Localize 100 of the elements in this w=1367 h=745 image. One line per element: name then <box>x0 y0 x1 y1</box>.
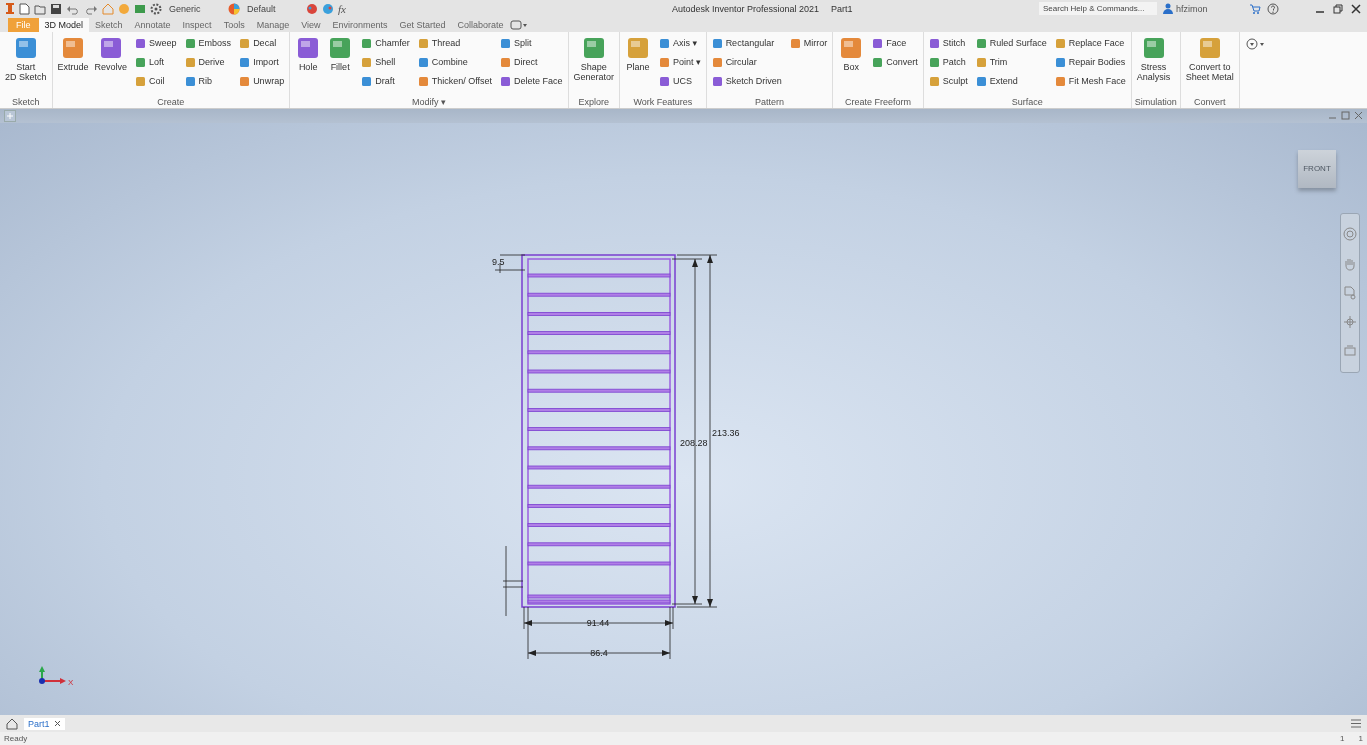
ribbon-button[interactable]: Extend <box>973 72 1049 90</box>
ribbon-button[interactable]: Hole <box>293 34 324 96</box>
ribbon-tab[interactable]: Manage <box>250 17 296 32</box>
axis-label: X <box>68 677 74 687</box>
formula-button[interactable]: fx <box>338 3 346 15</box>
ribbon-button[interactable]: Repair Bodies <box>1052 53 1128 71</box>
ribbon-button[interactable]: Thread <box>415 34 494 52</box>
tool-icon <box>239 37 251 49</box>
restore-icon[interactable] <box>1341 111 1350 121</box>
status-counter: 1 <box>1358 734 1363 743</box>
ribbon-button[interactable]: Coil <box>133 72 179 90</box>
ribbon-button[interactable]: Box <box>836 34 867 96</box>
ribbon-button[interactable]: Fit Mesh Face <box>1052 72 1128 90</box>
ribbon-tab[interactable]: Get Started <box>393 17 452 32</box>
ribbon-button[interactable]: Loft <box>133 53 179 71</box>
close-icon[interactable] <box>1351 4 1361 14</box>
ribbon-button[interactable]: Decal <box>237 34 287 52</box>
ribbon-button[interactable]: Rib <box>182 72 234 90</box>
ribbon-button[interactable]: Sketch Driven <box>709 72 784 90</box>
search-field[interactable]: Search Help & Commands... <box>1039 2 1157 16</box>
ribbon-button[interactable]: Extrude <box>55 34 91 96</box>
ribbon-button[interactable]: Plane <box>623 34 654 96</box>
ribbon-button[interactable]: Convert to Sheet Metal <box>1183 34 1236 96</box>
ribbon-button[interactable]: Split <box>498 34 565 52</box>
view-cube[interactable]: FRONT <box>1298 149 1336 188</box>
gear-icon[interactable] <box>150 3 162 15</box>
ribbon-button[interactable]: Emboss <box>182 34 234 52</box>
ribbon-button[interactable]: Fillet <box>325 34 356 96</box>
ribbon-tab[interactable]: Collaborate <box>451 17 510 32</box>
ribbon-button[interactable]: Ruled Surface <box>973 34 1049 52</box>
steering-wheel-icon[interactable] <box>1343 227 1357 242</box>
ribbon-button[interactable]: Replace Face <box>1052 34 1128 52</box>
orbit-icon[interactable] <box>1343 315 1357 329</box>
ribbon-button[interactable]: Mirror <box>787 34 830 52</box>
user-name[interactable]: hfzimon <box>1176 4 1208 14</box>
save-icon[interactable] <box>50 3 62 15</box>
ribbon-tab[interactable]: Tools <box>217 17 251 32</box>
tool-icon <box>659 75 671 87</box>
ribbon-button[interactable]: Draft <box>359 72 412 90</box>
ribbon-button[interactable]: Delete Face <box>498 72 565 90</box>
ribbon-button[interactable]: Sweep <box>133 34 179 52</box>
ribbon-button[interactable]: Point ▾ <box>657 53 703 71</box>
appearance-dropdown[interactable]: Default <box>244 3 302 15</box>
dropdown-icon[interactable] <box>1245 37 1266 50</box>
tool-icon <box>975 37 987 49</box>
ribbon-button[interactable]: Import <box>237 53 287 71</box>
ribbon-button[interactable]: Stress Analysis <box>1134 34 1173 96</box>
ribbon-tab[interactable]: Annotate <box>128 17 177 32</box>
ribbon-button[interactable]: Unwrap <box>237 72 287 90</box>
folder-icon[interactable] <box>34 3 46 15</box>
cart-icon[interactable] <box>1249 3 1261 15</box>
dimension-label: 9.5 <box>492 256 505 267</box>
new-file-icon[interactable] <box>18 3 30 15</box>
help-icon[interactable] <box>1267 3 1279 15</box>
ribbon-button[interactable]: Circular <box>709 53 784 71</box>
panel-toggle-icon[interactable] <box>509 19 528 30</box>
ribbon-tab[interactable]: View <box>295 17 327 32</box>
ribbon-button[interactable]: Sculpt <box>926 72 970 90</box>
ribbon-tab[interactable]: Sketch <box>89 17 129 32</box>
ribbon-button[interactable]: Chamfer <box>359 34 412 52</box>
ribbon-button[interactable]: UCS <box>657 72 703 90</box>
ribbon-button[interactable]: Shell <box>359 53 412 71</box>
ribbon-button[interactable]: Direct <box>498 53 565 71</box>
document-name: Part1 <box>831 4 854 14</box>
tool-icon <box>711 75 723 87</box>
ribbon-button[interactable]: Trim <box>973 53 1049 71</box>
tool-icon <box>500 75 511 87</box>
color-wheel-icon[interactable] <box>228 3 240 15</box>
ribbon-button[interactable]: Thicken/ Offset <box>415 72 494 90</box>
menu-icon[interactable] <box>1351 719 1361 728</box>
add-icon[interactable] <box>4 109 16 122</box>
home-icon[interactable] <box>6 717 18 730</box>
panel-label: Simulation <box>1134 95 1177 108</box>
redo-icon[interactable] <box>84 3 98 15</box>
ribbon-button[interactable]: Axis ▾ <box>657 34 703 52</box>
app-logo-icon[interactable] <box>6 2 14 16</box>
close-icon[interactable] <box>53 720 61 727</box>
tool-icon <box>975 56 987 68</box>
tool-icon <box>1054 56 1066 68</box>
ribbon-button[interactable]: Patch <box>926 53 970 71</box>
ribbon-button[interactable]: Start 2D Sketch <box>3 34 49 96</box>
ribbon-button[interactable]: Convert <box>870 53 920 71</box>
material-dropdown[interactable]: Generic <box>166 3 224 15</box>
panel-label[interactable]: Modify ▾ <box>293 95 565 108</box>
ribbon-button[interactable]: Revolve <box>92 34 130 96</box>
ribbon-button[interactable]: Rectangular <box>709 34 784 52</box>
ribbon-tab[interactable]: Inspect <box>176 17 218 32</box>
document-tab[interactable]: Part1 <box>24 717 65 730</box>
tool-icon <box>135 56 147 68</box>
ribbon-button[interactable]: Combine <box>415 53 494 71</box>
restore-icon[interactable] <box>1333 4 1343 14</box>
ribbon-button[interactable]: Shape Generator <box>571 34 617 96</box>
panel-label: Convert <box>1193 95 1227 108</box>
zoom-icon[interactable] <box>1343 285 1357 300</box>
tool-icon <box>500 37 511 49</box>
ribbon-tab[interactable]: Environments <box>326 17 394 32</box>
ribbon-button[interactable]: Derive <box>182 53 234 71</box>
tool-icon <box>417 37 429 49</box>
ribbon-button[interactable]: Face <box>870 34 920 52</box>
ribbon-button[interactable]: Stitch <box>926 34 970 52</box>
